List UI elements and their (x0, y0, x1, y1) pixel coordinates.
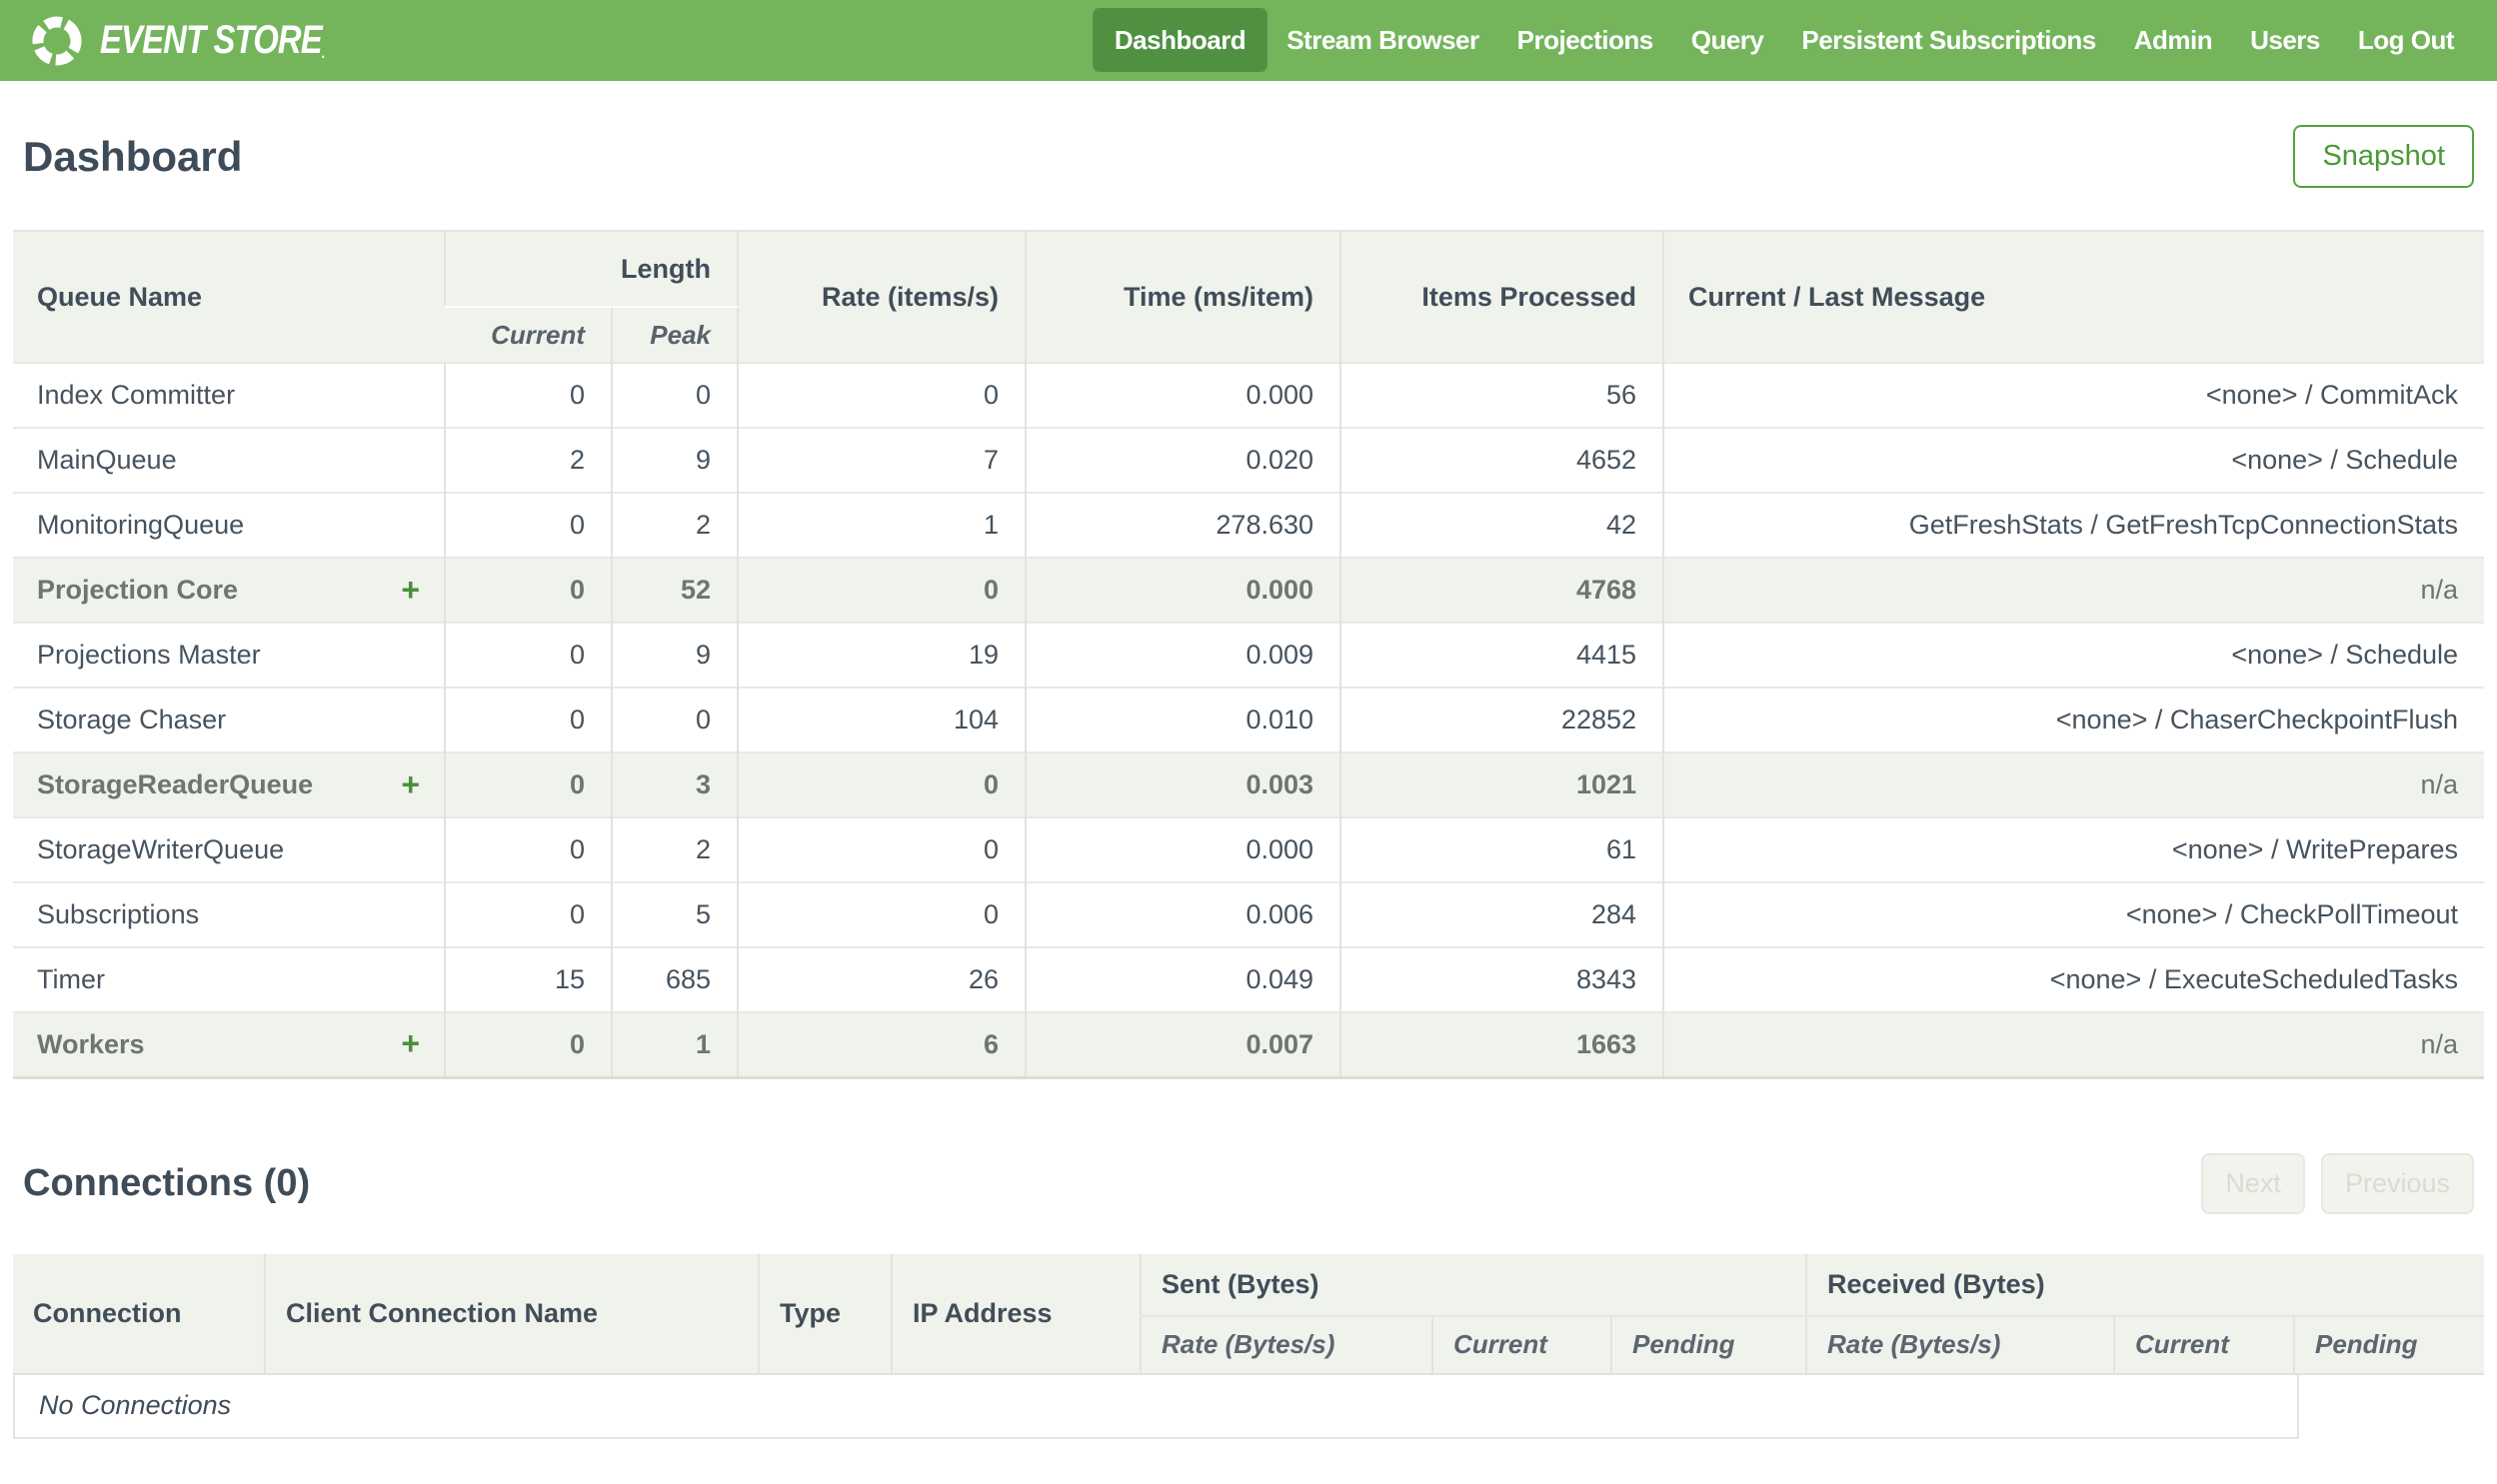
brand[interactable]: EVENT STORE. (30, 14, 374, 68)
queue-row: MainQueue 2 9 7 0.020 4652 <none> / Sche… (13, 428, 2485, 493)
col-type: Type (758, 1253, 892, 1374)
queue-row: Projections Master 0 9 19 0.009 4415 <no… (13, 623, 2485, 688)
expand-icon[interactable]: + (401, 571, 420, 608)
col-length-current: Current (445, 307, 612, 363)
queue-row: Subscriptions 0 5 0 0.006 284 <none> / C… (13, 882, 2485, 947)
nav-item-persistent-subscriptions[interactable]: Persistent Subscriptions (1782, 8, 2114, 72)
col-items-processed: Items Processed (1339, 231, 1664, 363)
nav-item-query[interactable]: Query (1672, 8, 1783, 72)
next-button[interactable]: Next (2201, 1152, 2305, 1214)
col-received-rate: Rate (Bytes/s) (1805, 1315, 2114, 1374)
queues-table-header: Queue Name Length Rate (items/s) Time (m… (13, 231, 2485, 363)
col-sent-rate: Rate (Bytes/s) (1140, 1315, 1432, 1374)
col-connection: Connection (13, 1253, 265, 1374)
expand-icon[interactable]: + (401, 1025, 420, 1062)
pager: Next Previous (2201, 1152, 2474, 1214)
page-header: Dashboard Snapshot (13, 125, 2484, 188)
eventstore-logo-icon (32, 16, 82, 65)
snapshot-button[interactable]: Snapshot (2293, 125, 2474, 188)
connections-table-header: Connection Client Connection Name Type I… (13, 1253, 2485, 1374)
queue-name: Workers (37, 1028, 145, 1059)
nav-item-users[interactable]: Users (2231, 8, 2339, 72)
col-client-connection-name: Client Connection Name (264, 1253, 759, 1374)
col-received-pending: Pending (2292, 1315, 2485, 1374)
queue-message: GetFreshStats / GetFreshTcpConnectionSta… (1662, 493, 2485, 558)
col-sent-pending: Pending (1610, 1315, 1806, 1374)
queue-message: <none> / CommitAck (1662, 363, 2485, 428)
nav-item-logout[interactable]: Log Out (2339, 8, 2473, 72)
nav-item-stream-browser[interactable]: Stream Browser (1267, 8, 1497, 72)
queue-message: <none> / Schedule (1662, 623, 2485, 688)
queue-name: StorageReaderQueue (37, 769, 314, 799)
queue-row: StorageWriterQueue 0 2 0 0.000 61 <none>… (13, 817, 2485, 882)
nav-item-dashboard[interactable]: Dashboard (1092, 8, 1268, 72)
queue-message: <none> / CheckPollTimeout (1662, 882, 2485, 947)
main-content: Dashboard Snapshot Queue Name Length Rat… (0, 125, 2497, 1439)
queues-table: Queue Name Length Rate (items/s) Time (m… (13, 230, 2485, 1079)
brand-name: EVENT STORE. (100, 18, 326, 62)
col-received-bytes: Received (Bytes) (1804, 1253, 2485, 1317)
expand-icon[interactable]: + (401, 765, 420, 802)
col-rate: Rate (items/s) (737, 231, 1027, 363)
queue-message: <none> / Schedule (1662, 428, 2485, 493)
page-title: Dashboard (23, 132, 243, 180)
connections-title: Connections (0) (23, 1161, 311, 1204)
col-length-peak: Peak (610, 307, 739, 363)
nav-item-admin[interactable]: Admin (2115, 8, 2231, 72)
queue-group-row: StorageReaderQueue + 0 3 0 0.003 1021 n/a (13, 752, 2485, 817)
connections-header: Connections (0) Next Previous (13, 1152, 2484, 1214)
queue-message: <none> / WritePrepares (1662, 817, 2485, 882)
no-connections-message: No Connections (13, 1374, 2299, 1439)
queue-row: Storage Chaser 0 0 104 0.010 22852 <none… (13, 688, 2485, 752)
queue-message: <none> / ChaserCheckpointFlush (1662, 688, 2485, 752)
col-sent-bytes: Sent (Bytes) (1140, 1253, 1806, 1317)
col-queue-name: Queue Name (13, 231, 445, 363)
queue-row: MonitoringQueue 0 2 1 278.630 42 GetFres… (13, 493, 2485, 558)
nav-item-projections[interactable]: Projections (1498, 8, 1672, 72)
queue-message: n/a (1662, 752, 2485, 817)
queue-row: Timer 15 685 26 0.049 8343 <none> / Exec… (13, 947, 2485, 1012)
queue-message: <none> / ExecuteScheduledTasks (1662, 947, 2485, 1012)
col-ip-address: IP Address (891, 1253, 1141, 1374)
queue-row: Index Committer 0 0 0 0.000 56 <none> / … (13, 363, 2485, 428)
previous-button[interactable]: Previous (2320, 1152, 2474, 1214)
nav-menu: Dashboard Stream Browser Projections Que… (1092, 8, 2473, 72)
brand-mark: . (321, 45, 326, 62)
col-length: Length (443, 231, 739, 308)
col-time: Time (ms/item) (1025, 231, 1341, 363)
queue-message: n/a (1662, 558, 2485, 623)
queue-name: Projection Core (37, 575, 239, 605)
connections-table: Connection Client Connection Name Type I… (13, 1253, 2485, 1375)
col-received-current: Current (2113, 1315, 2294, 1374)
queue-group-row: Projection Core + 0 52 0 0.000 4768 n/a (13, 558, 2485, 623)
col-message: Current / Last Message (1662, 231, 2485, 363)
col-sent-current: Current (1431, 1315, 1611, 1374)
top-nav: EVENT STORE. Dashboard Stream Browser Pr… (0, 0, 2497, 81)
queue-message: n/a (1662, 1012, 2485, 1077)
queue-group-row: Workers + 0 1 6 0.007 1663 n/a (13, 1012, 2485, 1077)
